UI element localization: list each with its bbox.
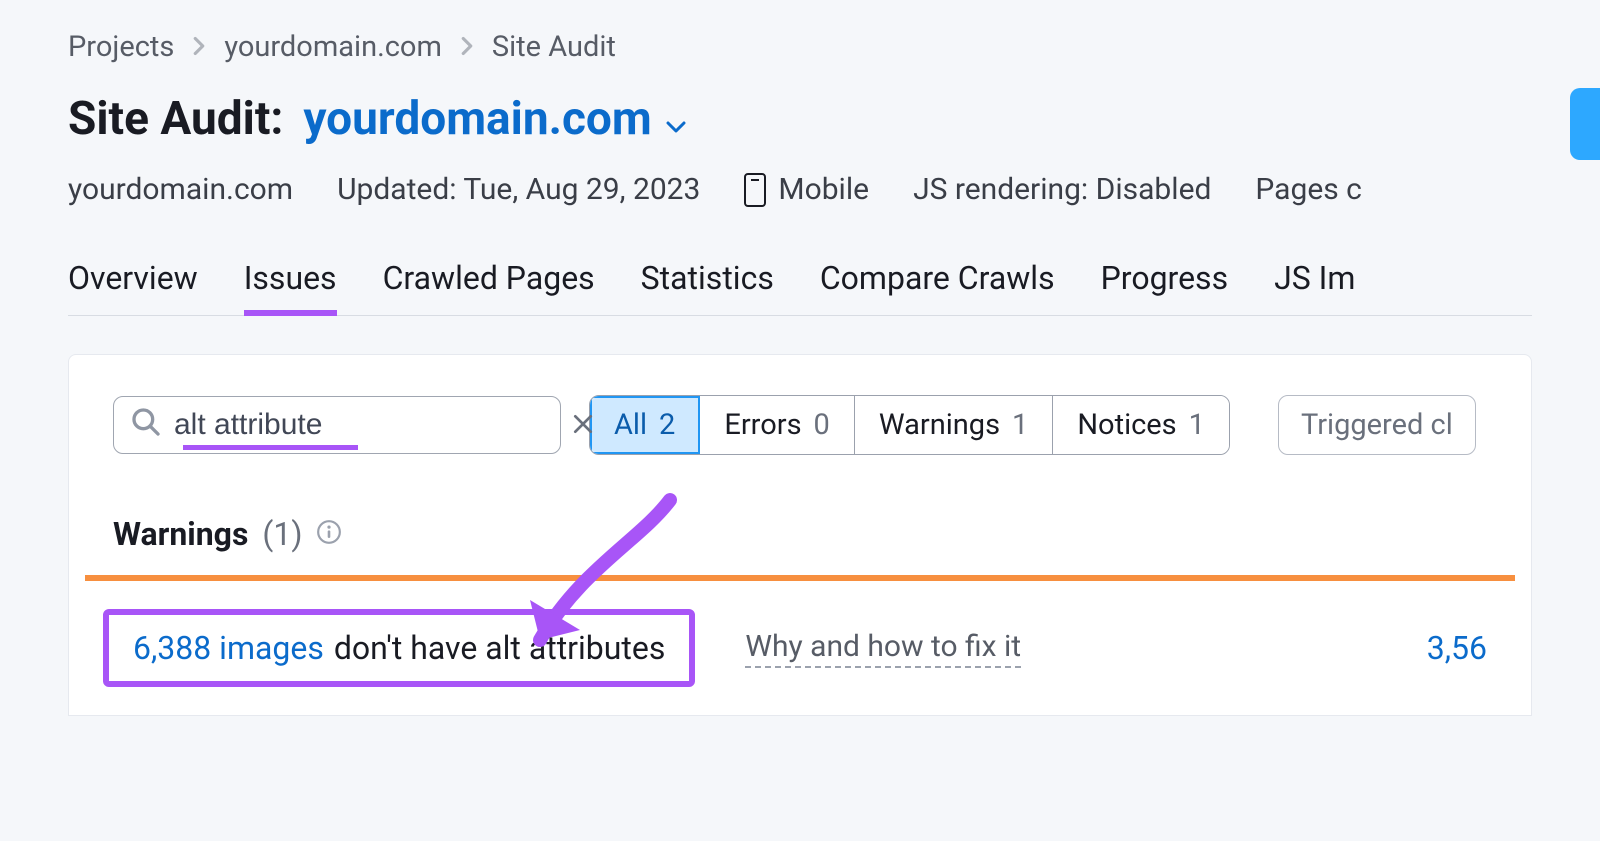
tab-issues[interactable]: Issues xyxy=(244,259,337,315)
page-title: Site Audit: yourdomain.com xyxy=(68,92,1532,146)
clear-search-button[interactable] xyxy=(572,409,594,442)
filter-count: 1 xyxy=(1189,408,1205,442)
meta-device-label: Mobile xyxy=(778,172,869,207)
filter-warnings-button[interactable]: Warnings 1 xyxy=(855,396,1054,454)
tabs: Overview Issues Crawled Pages Statistics… xyxy=(68,259,1532,316)
meta-js: JS rendering: Disabled xyxy=(913,172,1211,207)
search-input[interactable] xyxy=(162,408,572,442)
breadcrumb: Projects yourdomain.com Site Audit xyxy=(68,30,1532,64)
chevron-down-icon xyxy=(666,92,686,146)
tab-compare-crawls[interactable]: Compare Crawls xyxy=(820,259,1055,315)
tab-progress[interactable]: Progress xyxy=(1101,259,1228,315)
search-icon xyxy=(130,406,162,445)
filter-row: All 2 Errors 0 Warnings 1 Notices 1 Trig… xyxy=(69,395,1531,515)
filter-all-button[interactable]: All 2 xyxy=(590,396,700,454)
issue-right-number[interactable]: 3,56 xyxy=(1427,629,1487,667)
issues-panel: All 2 Errors 0 Warnings 1 Notices 1 Trig… xyxy=(68,354,1532,716)
filter-count: 2 xyxy=(659,408,675,442)
title-label: Site Audit: xyxy=(68,92,283,146)
meta-row: yourdomain.com Updated: Tue, Aug 29, 202… xyxy=(68,172,1532,207)
meta-updated: Updated: Tue, Aug 29, 2023 xyxy=(337,172,700,207)
issue-count-link[interactable]: 6,388 images xyxy=(133,629,324,667)
filter-label: Errors xyxy=(724,408,801,442)
meta-domain: yourdomain.com xyxy=(68,172,293,207)
side-action-button[interactable] xyxy=(1570,88,1600,160)
breadcrumb-item[interactable]: Site Audit xyxy=(492,30,616,64)
domain-name: yourdomain.com xyxy=(303,92,651,146)
filter-notices-button[interactable]: Notices 1 xyxy=(1053,396,1229,454)
triggered-checks-button[interactable]: Triggered cl xyxy=(1278,395,1476,455)
issue-highlighted-box: 6,388 images don't have alt attributes xyxy=(103,609,695,687)
filter-label: All xyxy=(614,408,647,442)
filter-label: Notices xyxy=(1077,408,1176,442)
tab-js-impact[interactable]: JS Im xyxy=(1274,259,1355,315)
annotation-underline xyxy=(183,445,358,450)
chevron-right-icon xyxy=(192,30,206,64)
filter-count: 0 xyxy=(814,408,830,442)
issue-row: 6,388 images don't have alt attributes W… xyxy=(69,581,1531,715)
warnings-heading: Warnings (1) xyxy=(69,515,1531,575)
breadcrumb-item[interactable]: yourdomain.com xyxy=(224,30,442,64)
mobile-icon xyxy=(744,173,766,207)
tab-overview[interactable]: Overview xyxy=(68,259,198,315)
why-and-how-link[interactable]: Why and how to fix it xyxy=(745,629,1021,668)
breadcrumb-item[interactable]: Projects xyxy=(68,30,174,64)
filter-segment: All 2 Errors 0 Warnings 1 Notices 1 xyxy=(589,395,1230,455)
issue-description: don't have alt attributes xyxy=(334,629,665,667)
meta-pages: Pages c xyxy=(1255,172,1361,207)
tab-crawled-pages[interactable]: Crawled Pages xyxy=(383,259,595,315)
section-count: (1) xyxy=(262,515,302,553)
domain-dropdown[interactable]: yourdomain.com xyxy=(303,92,685,146)
section-label: Warnings xyxy=(113,515,248,553)
info-icon[interactable] xyxy=(316,515,342,553)
filter-errors-button[interactable]: Errors 0 xyxy=(700,396,855,454)
filter-label: Warnings xyxy=(879,408,1000,442)
chevron-right-icon xyxy=(460,30,474,64)
meta-device: Mobile xyxy=(744,172,869,207)
tab-statistics[interactable]: Statistics xyxy=(641,259,774,315)
filter-count: 1 xyxy=(1012,408,1028,442)
